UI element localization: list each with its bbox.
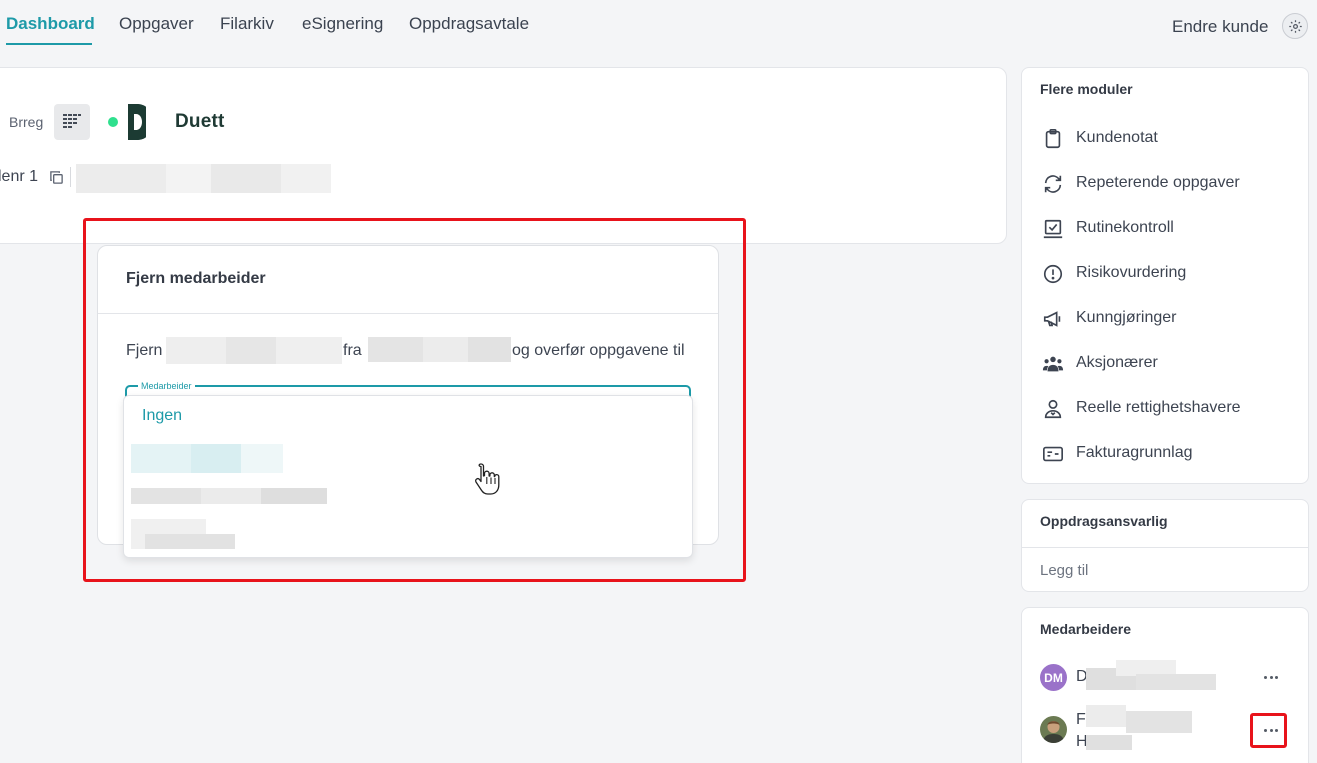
checklist-icon xyxy=(1043,219,1063,239)
clipboard-icon xyxy=(1045,129,1061,149)
org-number-label: lenr 1 xyxy=(0,168,39,185)
tab-oppdragsavtale[interactable]: Oppdragsavtale xyxy=(409,14,529,34)
employees-title: Medarbeidere xyxy=(1040,621,1132,637)
duett-name: Duett xyxy=(175,111,225,132)
module-label: Risikovurdering xyxy=(1076,264,1187,281)
avatar: DM xyxy=(1040,664,1067,691)
module-kunngjoringer[interactable]: Kunngjøringer xyxy=(1040,304,1300,332)
module-rutinekontroll[interactable]: Rutinekontroll xyxy=(1040,214,1300,242)
module-reelle-rettighetshavere[interactable]: Reelle rettighetshavere xyxy=(1040,394,1300,422)
module-label: Fakturagrunnlag xyxy=(1076,444,1193,461)
alert-circle-icon xyxy=(1043,264,1063,284)
assignment-title: Oppdragsansvarlig xyxy=(1040,513,1168,529)
module-label: Reelle rettighetshavere xyxy=(1076,399,1241,416)
active-tab-indicator xyxy=(6,43,92,45)
brreg-label: Brreg xyxy=(9,114,44,130)
module-label: Kunngjøringer xyxy=(1076,309,1177,326)
module-label: Kundenotat xyxy=(1076,129,1158,146)
person-badge-icon xyxy=(1044,399,1062,419)
annotation-highlight-box xyxy=(1250,713,1287,748)
module-risikovurdering[interactable]: Risikovurdering xyxy=(1040,259,1300,287)
invoice-card-icon xyxy=(1043,446,1063,462)
module-aksjonaerer[interactable]: Aksjonærer xyxy=(1040,349,1300,377)
employee-more-button[interactable] xyxy=(1256,667,1286,687)
settings-button[interactable] xyxy=(1282,13,1308,39)
module-fakturagrunnlag[interactable]: Fakturagrunnlag xyxy=(1040,439,1300,467)
tab-dashboard[interactable]: Dashboard xyxy=(6,14,95,34)
change-customer-link[interactable]: Endre kunde xyxy=(1172,17,1268,37)
tab-filarkiv[interactable]: Filarkiv xyxy=(220,14,274,34)
tab-esignering[interactable]: eSignering xyxy=(302,14,383,34)
module-label: Repeterende oppgaver xyxy=(1076,174,1240,191)
more-dots-icon xyxy=(1274,675,1278,679)
module-label: Aksjonærer xyxy=(1076,354,1158,371)
module-repeterende-oppgaver[interactable]: Repeterende oppgaver xyxy=(1040,169,1300,197)
annotation-highlight-frame xyxy=(83,218,746,582)
building-register-icon xyxy=(63,114,81,128)
gear-icon xyxy=(1288,19,1302,33)
copy-icon[interactable] xyxy=(49,170,64,185)
modules-title: Flere moduler xyxy=(1040,81,1133,97)
divider xyxy=(70,167,71,187)
more-dots-icon xyxy=(1269,675,1273,679)
user-photo-icon xyxy=(1040,716,1067,743)
megaphone-icon xyxy=(1043,311,1061,327)
module-label: Rutinekontroll xyxy=(1076,219,1174,236)
employee-name: F xyxy=(1076,711,1086,728)
redacted-employee-name xyxy=(1086,705,1192,750)
refresh-icon xyxy=(1044,175,1062,193)
add-responsible-link[interactable]: Legg til xyxy=(1040,562,1088,579)
redacted-employee-name xyxy=(1086,660,1216,690)
duett-logo xyxy=(108,104,146,140)
top-navigation: Dashboard Oppgaver Filarkiv eSignering O… xyxy=(0,0,1317,58)
people-icon xyxy=(1042,356,1064,372)
brreg-button[interactable] xyxy=(54,104,90,140)
avatar xyxy=(1040,716,1067,743)
tab-oppgaver[interactable]: Oppgaver xyxy=(119,14,194,34)
module-kundenotat[interactable]: Kundenotat xyxy=(1040,124,1300,152)
more-dots-icon xyxy=(1264,675,1268,679)
panel-divider xyxy=(1022,547,1308,548)
redacted-customer-name xyxy=(76,164,331,193)
